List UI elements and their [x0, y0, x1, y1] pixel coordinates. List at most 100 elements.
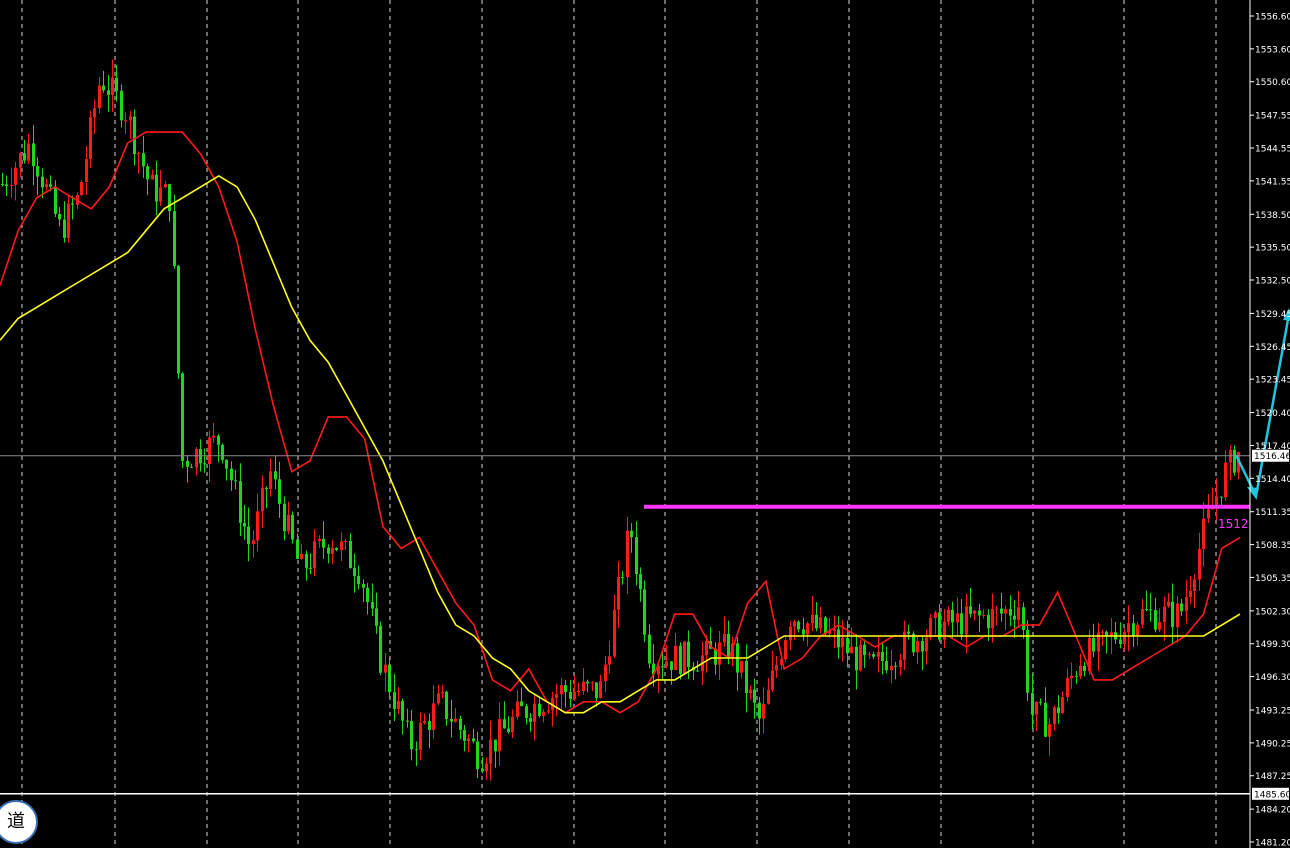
candle-body — [956, 613, 959, 623]
axis-tick-17: 1505.35 — [1255, 574, 1290, 584]
candle-body — [815, 614, 818, 629]
candle-body — [419, 722, 422, 750]
axis-tick-7: 1535.50 — [1255, 244, 1290, 254]
candle-body — [1154, 609, 1157, 630]
candle-body — [819, 617, 822, 629]
axis-tick-14: 1514.40 — [1255, 475, 1290, 485]
candle-body — [868, 654, 871, 656]
candle-body — [375, 608, 378, 626]
axis-tick-4: 1544.55 — [1255, 145, 1290, 155]
candle-body — [767, 689, 770, 704]
candle-body — [362, 584, 365, 588]
candle-body — [1220, 496, 1223, 498]
candle-body — [617, 576, 620, 610]
candle-body — [133, 116, 136, 155]
candle-body — [1189, 590, 1192, 597]
candle-body — [1066, 678, 1069, 697]
candle-body — [758, 702, 761, 719]
candle-body — [582, 681, 585, 691]
candle-body — [1158, 622, 1161, 630]
candle-body — [608, 656, 611, 665]
candle-body — [630, 530, 633, 538]
candle-body — [934, 612, 937, 619]
candle-body — [221, 444, 224, 460]
candle-body — [586, 681, 589, 684]
candle-body — [679, 645, 682, 674]
candle-body — [494, 739, 497, 752]
candle-body — [67, 203, 70, 238]
candle-body — [415, 749, 418, 751]
candle-body — [503, 719, 506, 729]
candle-body — [428, 720, 431, 730]
axis-tick-18: 1502.30 — [1255, 607, 1290, 617]
candle-body — [454, 718, 457, 722]
candle-body — [850, 646, 853, 654]
candle-body — [951, 609, 954, 623]
candle-body — [353, 568, 356, 576]
axis-tick-8: 1532.50 — [1255, 277, 1290, 287]
candle-body — [1, 183, 4, 185]
candle-body — [1149, 609, 1152, 611]
price-chart: 1512 1556.60 1553.60 1550.60 1547.55 1544.55… — [0, 0, 1290, 848]
candle-body — [1083, 665, 1086, 672]
candle-body — [476, 741, 479, 770]
axis-tick-10: 1526.45 — [1255, 343, 1290, 353]
candle-body — [613, 609, 616, 657]
candle-body — [177, 265, 180, 374]
candle-body — [1048, 724, 1051, 737]
candle-body — [564, 685, 567, 692]
candle-body — [379, 625, 382, 673]
candle-body — [1044, 702, 1047, 737]
candle-body — [516, 701, 519, 717]
candle-body — [313, 541, 316, 569]
candle-body — [833, 629, 836, 632]
axis-tick-12: 1520.40 — [1255, 409, 1290, 419]
support-price-tag-text: 1485.60 — [1254, 790, 1290, 800]
candle-body — [1167, 601, 1170, 607]
candle-body — [1053, 707, 1056, 725]
candle-body — [93, 108, 96, 118]
candle-body — [599, 681, 602, 698]
candle-body — [643, 589, 646, 635]
candle-body — [300, 553, 303, 559]
support-price-tag: 1485.60 — [1252, 787, 1290, 800]
candle-body — [1009, 609, 1012, 616]
candle-body — [982, 614, 985, 616]
candle-178 — [784, 636, 787, 663]
candle-body — [1185, 596, 1188, 612]
candle-body — [445, 691, 448, 719]
candle-body — [230, 468, 233, 481]
candle-body — [705, 641, 708, 656]
candle-body — [406, 720, 409, 722]
candle-body — [393, 692, 396, 709]
candle-body — [41, 176, 44, 188]
candle-body — [54, 186, 57, 214]
axis-tick-3: 1547.55 — [1255, 112, 1290, 122]
candle-body — [533, 703, 536, 722]
candle-body — [802, 629, 805, 635]
candle-body — [560, 685, 563, 695]
candle-body — [1193, 579, 1196, 591]
candle-body — [349, 540, 352, 569]
candle-body — [203, 463, 206, 465]
candle-body — [885, 661, 888, 671]
candle-body — [305, 553, 308, 568]
candle-body — [111, 77, 114, 95]
candle-body — [1079, 665, 1082, 677]
candle-body — [5, 184, 8, 186]
candle-body — [1039, 701, 1042, 703]
candle-233 — [1026, 620, 1029, 701]
candle-body — [331, 547, 334, 554]
candle-body — [863, 644, 866, 655]
candle-body — [577, 690, 580, 693]
candle-body — [14, 167, 17, 185]
candle-body — [775, 664, 778, 671]
axis-tick-2: 1550.60 — [1255, 78, 1290, 88]
candle-body — [696, 670, 699, 672]
candle-body — [159, 187, 162, 202]
candle-body — [340, 541, 343, 551]
candle-body — [846, 637, 849, 654]
candle-body — [665, 661, 668, 667]
candle-body — [344, 540, 347, 542]
chart-background — [0, 0, 1290, 848]
